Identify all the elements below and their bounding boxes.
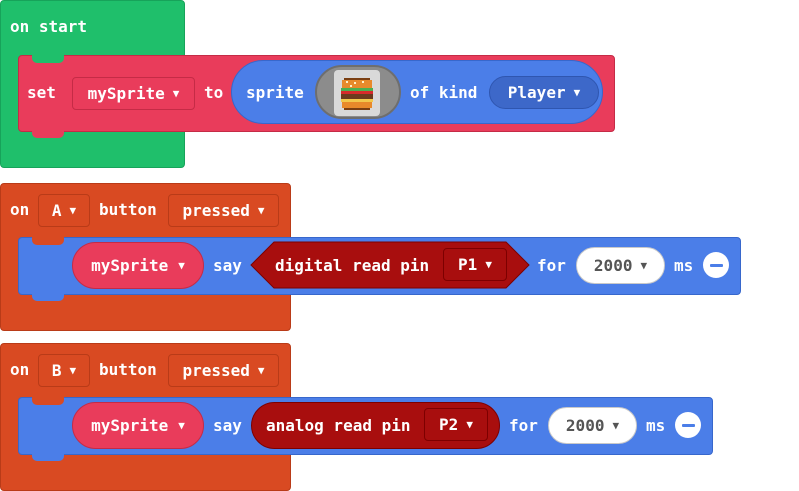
event-b-dropdown[interactable]: pressed ▼ <box>168 354 279 387</box>
reader-label: digital read pin <box>275 256 430 275</box>
sprite-var-b-value: mySprite <box>91 416 169 435</box>
set-block-notch <box>32 55 64 63</box>
sprite-label: sprite <box>246 83 304 102</box>
caret-down-icon: ▼ <box>172 87 180 100</box>
duration-b-dropdown[interactable]: 2000 ▼ <box>548 407 637 444</box>
burger-sprite-icon[interactable] <box>334 70 380 116</box>
sprite-var-b[interactable]: mySprite ▼ <box>72 402 204 449</box>
duration-a-dropdown[interactable]: 2000 ▼ <box>576 247 665 284</box>
caret-down-icon: ▼ <box>257 364 265 377</box>
on-label: on <box>10 360 30 379</box>
pin-a-dropdown[interactable]: P1 ▼ <box>443 248 507 281</box>
of-kind-label: of kind <box>410 83 478 102</box>
kind-value: Player <box>507 83 566 102</box>
caret-down-icon: ▼ <box>612 419 620 432</box>
caret-down-icon: ▼ <box>69 204 77 217</box>
pin-a-value: P1 <box>458 255 478 274</box>
variable-dropdown[interactable]: mySprite ▼ <box>72 77 195 110</box>
say-label: say <box>213 416 242 435</box>
caret-down-icon: ▼ <box>69 364 77 377</box>
say-a-bottom-tab <box>32 293 64 301</box>
button-label: button <box>99 200 157 219</box>
button-a-value: A <box>51 201 62 220</box>
variable-name: mySprite <box>87 84 165 103</box>
sprite-var-a-value: mySprite <box>91 256 169 275</box>
caret-down-icon: ▼ <box>466 418 473 431</box>
on-start-label: on start <box>10 17 88 36</box>
ms-label: ms <box>674 256 694 275</box>
reader-label: analog read pin <box>266 416 411 435</box>
sprite-var-a[interactable]: mySprite ▼ <box>72 242 204 289</box>
caret-down-icon: ▼ <box>640 259 648 272</box>
caret-down-icon: ▼ <box>257 204 265 217</box>
duration-b-value: 2000 <box>565 416 605 435</box>
say-label: say <box>213 256 242 275</box>
button-b-value: B <box>51 361 62 380</box>
caret-down-icon: ▼ <box>485 258 492 271</box>
to-label: to <box>204 83 224 102</box>
remove-parameter-icon[interactable] <box>703 252 729 278</box>
say-b-notch <box>32 397 64 405</box>
button-b-dropdown[interactable]: B ▼ <box>38 354 90 387</box>
say-b-bottom-tab <box>32 453 64 461</box>
duration-a-value: 2000 <box>593 256 633 275</box>
on-label: on <box>10 200 30 219</box>
caret-down-icon: ▼ <box>178 419 185 432</box>
set-block-bottom-tab <box>32 130 64 138</box>
say-a-notch <box>32 237 64 245</box>
caret-down-icon: ▼ <box>178 259 185 272</box>
caret-down-icon: ▼ <box>573 86 581 99</box>
event-b-value: pressed <box>182 361 250 380</box>
for-label: for <box>509 416 538 435</box>
for-label: for <box>537 256 566 275</box>
pin-b-dropdown[interactable]: P2 ▼ <box>424 408 488 441</box>
set-label: set <box>27 83 56 102</box>
event-a-dropdown[interactable]: pressed ▼ <box>168 194 279 227</box>
button-label: button <box>99 360 157 379</box>
remove-parameter-icon[interactable] <box>675 412 701 438</box>
kind-dropdown[interactable]: Player ▼ <box>489 76 599 109</box>
event-a-value: pressed <box>182 201 250 220</box>
pin-b-value: P2 <box>439 415 459 434</box>
button-a-dropdown[interactable]: A ▼ <box>38 194 90 227</box>
ms-label: ms <box>646 416 666 435</box>
